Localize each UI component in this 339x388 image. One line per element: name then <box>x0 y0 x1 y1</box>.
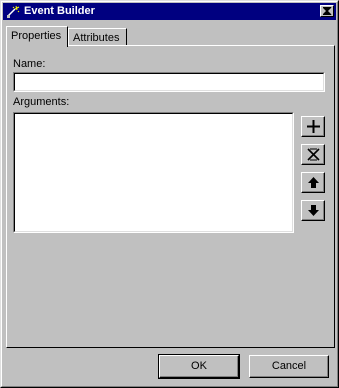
properties-panel: Name: Arguments: <box>6 45 335 348</box>
tab-attributes-label: Attributes <box>73 32 120 44</box>
cancel-button[interactable]: Cancel <box>249 355 329 378</box>
delete-argument-button[interactable] <box>301 144 325 165</box>
tab-properties-label: Properties <box>11 30 62 42</box>
close-icon <box>323 7 332 15</box>
name-field[interactable] <box>13 72 325 92</box>
delete-x-icon <box>307 148 320 161</box>
tab-properties[interactable]: Properties <box>6 26 68 47</box>
move-up-button[interactable] <box>301 172 325 193</box>
tab-attributes[interactable]: Attributes <box>68 28 127 46</box>
close-button[interactable] <box>320 5 334 17</box>
arguments-label: Arguments: <box>13 96 70 108</box>
arguments-list-border <box>14 113 293 232</box>
move-down-button[interactable] <box>301 200 325 221</box>
event-builder-dialog: Event Builder Properties Attributes Name… <box>0 0 339 388</box>
ok-button-label: OK <box>191 360 207 372</box>
window-title: Event Builder <box>24 5 95 17</box>
name-input[interactable] <box>16 74 320 88</box>
add-argument-button[interactable] <box>301 116 325 137</box>
cancel-button-label: Cancel <box>271 360 307 372</box>
arguments-list[interactable] <box>13 112 294 233</box>
event-builder-icon <box>6 4 22 20</box>
ok-button[interactable]: OK <box>158 354 240 379</box>
arrow-up-icon <box>308 177 319 188</box>
title-bar[interactable]: Event Builder <box>3 3 336 20</box>
name-label: Name: <box>13 58 46 70</box>
arrow-down-icon <box>308 205 319 216</box>
plus-icon <box>307 120 320 133</box>
